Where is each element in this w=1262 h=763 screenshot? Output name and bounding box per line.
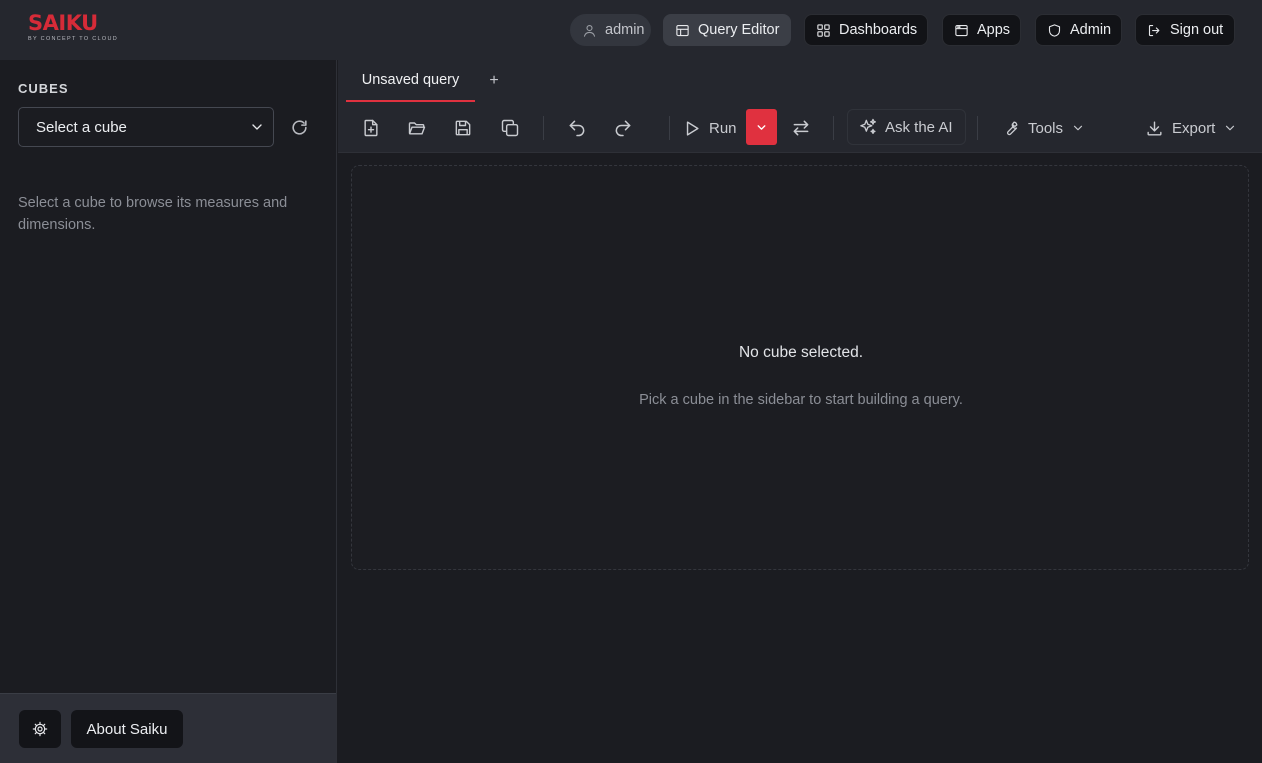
grid-icon — [817, 23, 830, 37]
save-query-button[interactable] — [451, 116, 475, 140]
top-header: SAIKU BY CONCEPT TO CLOUD admin Query Ed… — [0, 0, 1262, 60]
query-toolbar: Run Ask the AI Tools Export — [338, 103, 1262, 153]
nav-admin-label: Admin — [1070, 22, 1112, 38]
play-icon — [686, 120, 699, 136]
user-icon — [583, 24, 596, 37]
settings-button[interactable] — [19, 710, 61, 748]
sparkles-icon — [860, 118, 876, 134]
chevron-down-icon — [757, 124, 766, 130]
nav-dashboards-button[interactable]: Dashboards — [804, 14, 928, 46]
chevron-down-icon — [1073, 125, 1083, 131]
user-menu-button[interactable]: admin — [570, 14, 651, 46]
nav-apps-button[interactable]: Apps — [942, 14, 1021, 46]
save-icon — [455, 120, 471, 136]
window-icon — [955, 24, 968, 36]
run-options-button[interactable] — [746, 109, 777, 145]
open-folder-icon — [408, 122, 426, 135]
nav-query-editor-button[interactable]: Query Editor — [663, 14, 791, 46]
sidebar-footer: About Saiku — [0, 693, 336, 763]
toolbar-divider — [543, 116, 544, 140]
empty-state-subtitle: Pick a cube in the sidebar to start buil… — [639, 392, 963, 408]
ask-ai-button[interactable]: Ask the AI — [847, 109, 966, 145]
new-query-icon — [364, 119, 378, 137]
download-icon — [1147, 120, 1162, 136]
toolbar-divider — [833, 116, 834, 140]
sidebar-hint-text: Select a cube to browse its measures and… — [18, 195, 288, 233]
run-query-button[interactable]: Run — [682, 110, 737, 146]
open-query-button[interactable] — [405, 116, 429, 140]
about-saiku-button[interactable]: About Saiku — [71, 710, 183, 748]
saiku-logo[interactable]: SAIKU BY CONCEPT TO CLOUD — [28, 12, 128, 48]
run-label: Run — [709, 119, 737, 137]
swap-axes-button[interactable] — [789, 116, 813, 140]
duplicate-query-button[interactable] — [498, 116, 522, 140]
empty-state-panel: No cube selected. Pick a cube in the sid… — [351, 165, 1249, 570]
gear-icon — [32, 721, 48, 737]
table-icon — [676, 24, 689, 36]
redo-icon — [615, 120, 631, 137]
logo-wordmark: SAIKU — [28, 11, 98, 35]
nav-apps-label: Apps — [977, 22, 1011, 38]
empty-state-title: No cube selected. — [738, 344, 864, 361]
query-workspace: No cube selected. Pick a cube in the sid… — [338, 153, 1262, 763]
refresh-cubes-button[interactable] — [290, 118, 309, 137]
new-query-button[interactable] — [359, 116, 383, 140]
redo-button[interactable] — [611, 116, 635, 140]
refresh-icon — [292, 120, 307, 135]
swap-axes-icon — [793, 120, 809, 136]
toolbar-divider — [669, 116, 670, 140]
sign-out-label: Sign out — [1170, 22, 1224, 38]
export-label: Export — [1172, 119, 1216, 137]
nav-admin-button[interactable]: Admin — [1035, 14, 1122, 46]
shield-icon — [1048, 23, 1061, 37]
undo-button[interactable] — [565, 116, 589, 140]
chevron-down-icon — [252, 124, 262, 130]
tab-unsaved-query[interactable]: Unsaved query — [346, 60, 475, 102]
ask-ai-label: Ask the AI — [885, 118, 953, 136]
nav-dashboards-label: Dashboards — [839, 22, 918, 38]
user-name: admin — [605, 22, 645, 38]
cubes-section-title: CUBES — [18, 81, 69, 96]
export-menu-button[interactable]: Export — [1145, 110, 1237, 146]
wrench-icon — [1006, 120, 1018, 135]
toolbar-divider — [977, 116, 978, 140]
cube-select-dropdown[interactable]: Select a cube — [18, 107, 274, 147]
add-tab-button[interactable]: + — [486, 70, 502, 92]
sign-out-icon — [1148, 24, 1160, 36]
logo-tagline: BY CONCEPT TO CLOUD — [28, 36, 119, 42]
sign-out-button[interactable]: Sign out — [1135, 14, 1235, 46]
duplicate-icon — [501, 119, 519, 137]
undo-icon — [569, 120, 585, 137]
chevron-down-icon — [1226, 125, 1235, 131]
cube-select-value: Select a cube — [36, 118, 127, 136]
tools-label: Tools — [1028, 119, 1064, 137]
query-tab-strip: Unsaved query + — [338, 60, 1262, 103]
tools-menu-button[interactable]: Tools — [1001, 110, 1085, 146]
nav-query-editor-label: Query Editor — [698, 22, 780, 38]
sidebar: CUBES Select a cube Select a cube to bro… — [0, 60, 337, 763]
